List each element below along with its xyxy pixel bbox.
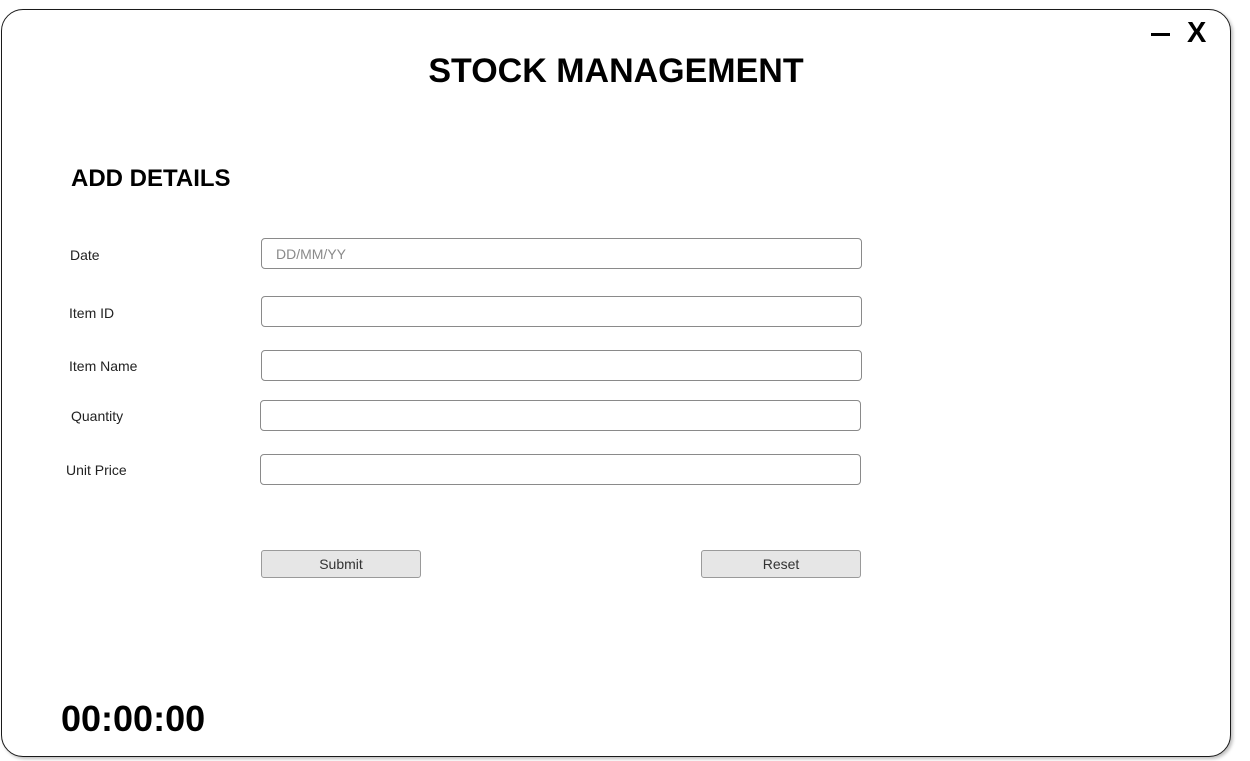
- item-id-label: Item ID: [69, 305, 115, 321]
- close-button[interactable]: X: [1187, 19, 1206, 48]
- reset-button[interactable]: Reset: [701, 550, 861, 578]
- submit-button[interactable]: Submit: [261, 550, 421, 578]
- minimize-icon: [1151, 33, 1170, 36]
- item-id-field[interactable]: [261, 296, 862, 327]
- app-window: [1, 9, 1231, 757]
- close-icon: X: [1187, 17, 1207, 49]
- quantity-field[interactable]: [260, 400, 861, 431]
- unit-price-field[interactable]: [260, 454, 861, 485]
- date-field[interactable]: [261, 238, 862, 269]
- unit-price-label: Unit Price: [66, 462, 127, 478]
- date-label: Date: [70, 247, 100, 263]
- item-name-label: Item Name: [69, 358, 138, 374]
- section-title: ADD DETAILS: [71, 165, 231, 192]
- item-name-field[interactable]: [261, 350, 862, 381]
- minimize-button[interactable]: [1151, 16, 1171, 36]
- quantity-label: Quantity: [71, 408, 124, 424]
- timer-display: 00:00:00: [61, 698, 206, 739]
- page-title: STOCK MANAGEMENT: [428, 52, 804, 90]
